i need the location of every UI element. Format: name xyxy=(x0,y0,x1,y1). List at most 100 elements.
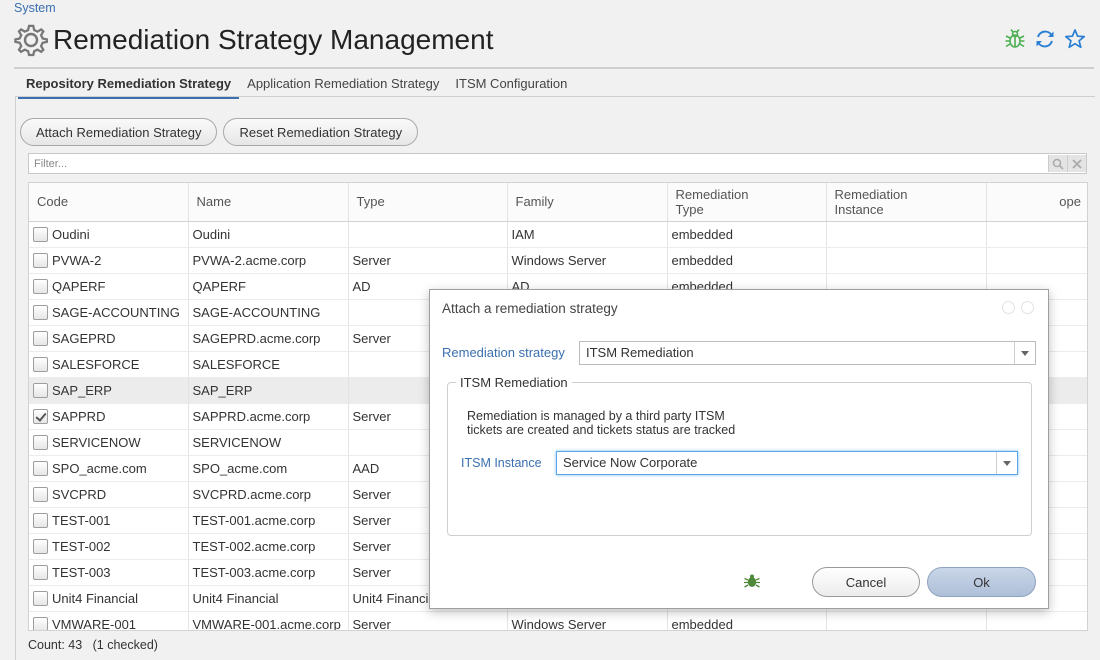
tab-itsm-configuration[interactable]: ITSM Configuration xyxy=(447,72,575,99)
table-row[interactable]: Oudini Oudini IAM embedded xyxy=(29,221,1087,248)
code-cell-content: TEST-002 xyxy=(33,538,184,554)
code-cell-content: Oudini xyxy=(33,226,184,242)
row-checkbox[interactable] xyxy=(33,408,48,424)
table-row[interactable]: PVWA-2 PVWA-2.acme.corp Server Windows Serv… xyxy=(29,247,1087,274)
header-actions xyxy=(1004,28,1086,50)
reset-remediation-strategy-button[interactable]: Reset Remediation Strategy xyxy=(223,118,419,146)
cell-remediation-instance xyxy=(826,221,987,248)
row-checkbox[interactable] xyxy=(33,460,48,476)
tab-application-remediation-strategy[interactable]: Application Remediation Strategy xyxy=(239,72,447,99)
cell-remediation-type: embedded xyxy=(667,221,827,248)
column-header-family[interactable]: Family xyxy=(507,183,668,222)
dialog-title: Attach a remediation strategy xyxy=(442,301,618,316)
cell-name: Oudini xyxy=(188,221,349,248)
gear-icon xyxy=(14,24,48,57)
code-text: SALESFORCE xyxy=(52,356,140,372)
row-checkbox[interactable] xyxy=(33,304,48,320)
column-header-name[interactable]: Name xyxy=(188,183,349,222)
cell-remediation-instance xyxy=(826,247,987,274)
code-cell-content: SALESFORCE xyxy=(33,356,184,372)
itsm-instance-value: Service Now Corporate xyxy=(563,455,698,470)
code-text: Oudini xyxy=(52,226,90,242)
code-text: SAGE-ACCOUNTING xyxy=(52,304,180,320)
row-checkbox[interactable] xyxy=(33,538,48,554)
code-text: Unit4 Financial xyxy=(52,590,138,606)
column-header-remediation-instance[interactable]: Remediation Instance xyxy=(826,183,987,222)
code-cell-content: QAPERF xyxy=(33,278,184,294)
row-checkbox[interactable] xyxy=(33,278,48,294)
row-checkbox[interactable] xyxy=(33,226,48,242)
itsm-instance-label: ITSM Instance xyxy=(461,456,542,470)
table-row[interactable]: VMWARE-001 VMWARE-001.acme.corp Server Wind… xyxy=(29,611,1087,630)
tab-bar: Repository Remediation Strategy Applicat… xyxy=(18,72,575,99)
cell-ope xyxy=(986,611,1087,630)
title-row: Remediation Strategy Management xyxy=(14,22,493,58)
row-checkbox[interactable] xyxy=(33,590,48,606)
breadcrumb[interactable]: System xyxy=(14,1,56,15)
row-checkbox[interactable] xyxy=(33,382,48,398)
star-icon[interactable] xyxy=(1064,28,1086,50)
row-checkbox[interactable] xyxy=(33,356,48,372)
row-checkbox[interactable] xyxy=(33,564,48,580)
cell-name: TEST-003.acme.corp xyxy=(188,559,349,586)
code-cell-content: TEST-001 xyxy=(33,512,184,528)
cell-code: PVWA-2 xyxy=(29,247,189,274)
close-icon[interactable] xyxy=(1021,301,1034,314)
code-text: SPO_acme.com xyxy=(52,460,147,476)
bug-icon[interactable] xyxy=(1004,28,1026,50)
status-count: Count: 43 (1 checked) xyxy=(28,638,158,652)
cell-type: Server xyxy=(348,611,508,630)
dialog-window-controls xyxy=(1002,301,1034,314)
code-cell-content: PVWA-2 xyxy=(33,252,184,268)
bug-icon[interactable] xyxy=(743,572,761,590)
itsm-instance-select[interactable]: Service Now Corporate xyxy=(556,451,1018,475)
column-header-code[interactable]: Code xyxy=(29,183,189,222)
cell-name: SAP_ERP xyxy=(188,377,349,404)
code-text: SAGEPRD xyxy=(52,330,116,346)
code-cell-content: SPO_acme.com xyxy=(33,460,184,476)
remediation-strategy-select[interactable]: ITSM Remediation xyxy=(579,341,1036,365)
cancel-button[interactable]: Cancel xyxy=(812,567,920,597)
ok-button[interactable]: Ok xyxy=(927,567,1036,597)
chevron-down-icon[interactable] xyxy=(1014,342,1035,364)
cell-family: Windows Server xyxy=(507,247,668,274)
filter-input[interactable] xyxy=(29,154,1039,173)
cell-code: TEST-003 xyxy=(29,559,189,586)
row-checkbox[interactable] xyxy=(33,330,48,346)
cell-code: TEST-001 xyxy=(29,507,189,534)
cell-code: SAP_ERP xyxy=(29,377,189,404)
column-header-remediation-type[interactable]: Remediation Type xyxy=(667,183,827,222)
tab-repository-remediation-strategy[interactable]: Repository Remediation Strategy xyxy=(18,72,240,99)
attach-remediation-strategy-button[interactable]: Attach Remediation Strategy xyxy=(20,118,218,146)
row-checkbox[interactable] xyxy=(33,512,48,528)
code-text: QAPERF xyxy=(52,278,106,294)
row-checkbox[interactable] xyxy=(33,616,48,630)
itsm-description: Remediation is managed by a third party … xyxy=(467,409,735,437)
remediation-strategy-label: Remediation strategy xyxy=(442,345,565,360)
column-header-type[interactable]: Type xyxy=(348,183,508,222)
refresh-icon[interactable] xyxy=(1034,28,1056,50)
count-text: Count: 43 xyxy=(28,638,83,652)
cell-ope xyxy=(986,221,1087,248)
row-checkbox[interactable] xyxy=(33,434,48,450)
column-header-ope[interactable]: ope xyxy=(986,183,1087,222)
cell-code: QAPERF xyxy=(29,273,189,300)
cell-remediation-type: embedded xyxy=(667,247,827,274)
header-divider xyxy=(14,67,1094,69)
cell-code: SPO_acme.com xyxy=(29,455,189,482)
chevron-down-icon[interactable] xyxy=(996,452,1017,474)
description-line-2: tickets are created and tickets status a… xyxy=(467,423,736,437)
row-checkbox[interactable] xyxy=(33,486,48,502)
maximize-icon[interactable] xyxy=(1002,301,1015,314)
cell-type: Server xyxy=(348,247,508,274)
code-cell-content: SERVICENOW xyxy=(33,434,184,450)
search-icon[interactable] xyxy=(1048,155,1067,172)
cell-name: SALESFORCE xyxy=(188,351,349,378)
cell-name: SAPPRD.acme.corp xyxy=(188,403,349,430)
row-checkbox[interactable] xyxy=(33,252,48,268)
cell-remediation-instance xyxy=(826,611,987,630)
cell-name: TEST-001.acme.corp xyxy=(188,507,349,534)
cell-family: Windows Server xyxy=(507,611,668,630)
clear-filter-icon[interactable] xyxy=(1067,155,1086,172)
filter-bar xyxy=(28,153,1087,174)
